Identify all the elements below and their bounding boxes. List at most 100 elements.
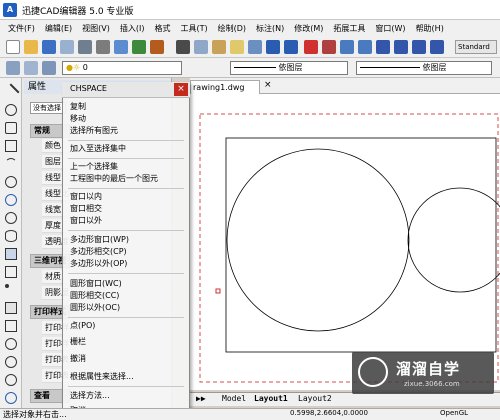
layer-dropdown[interactable]: ●☼ 0 <box>62 61 182 75</box>
revision-cloud-icon[interactable] <box>5 194 17 206</box>
menu-format[interactable]: 格式 <box>154 23 170 34</box>
insert-block-icon[interactable] <box>5 248 17 260</box>
circle-tool-icon[interactable] <box>5 176 17 188</box>
menu-help[interactable]: 帮助(H) <box>416 23 444 34</box>
circle-small[interactable] <box>407 187 500 293</box>
copy-icon[interactable] <box>194 40 208 54</box>
ctx-polygon-window[interactable]: 多边形窗口(WP) <box>70 234 182 246</box>
multiline-tool-icon[interactable] <box>5 356 17 368</box>
new-file-icon[interactable] <box>6 40 20 54</box>
ctx-move[interactable]: 移动 <box>70 113 182 125</box>
layer-state-icon[interactable] <box>42 61 56 75</box>
point-tool-icon[interactable] <box>5 284 9 288</box>
line-tool-icon[interactable] <box>2 83 20 101</box>
find-icon[interactable] <box>132 40 146 54</box>
open-folder-icon[interactable] <box>24 40 38 54</box>
layout-nav-icon[interactable]: ▶▶ <box>196 394 206 403</box>
ctx-selection-method[interactable]: 选择方法... <box>70 390 182 402</box>
ctx-circle-outside[interactable]: 圆形以外(OC) <box>70 302 182 314</box>
watermark-url: zixue.3066.com <box>404 380 460 388</box>
menu-dimension[interactable]: 标注(N) <box>256 23 284 34</box>
command-prompt: 选择对象并右击... <box>3 410 67 419</box>
selection-dropdown[interactable]: 没有选择 <box>30 102 66 114</box>
ctx-add-to-set[interactable]: 加入至选择集中 <box>70 143 182 155</box>
menu-window[interactable]: 窗口(W) <box>375 23 405 34</box>
rectangle-tool-icon[interactable] <box>5 140 17 152</box>
ctx-undo[interactable]: 撤消 <box>70 353 182 365</box>
save-icon[interactable] <box>42 40 56 54</box>
ctx-polygon-crossing[interactable]: 多边形相交(CP) <box>70 246 182 258</box>
ctx-fence[interactable]: 栅栏 <box>70 336 182 348</box>
drawing-canvas[interactable] <box>190 94 500 390</box>
ctx-copy[interactable]: 复制 <box>70 101 182 113</box>
ctx-polygon-outside[interactable]: 多边形以外(OP) <box>70 258 182 270</box>
cancel-x-icon[interactable] <box>304 40 318 54</box>
ctx-separator <box>68 158 184 159</box>
layer-previous-icon[interactable] <box>24 61 38 75</box>
menu-draw[interactable]: 绘制(D) <box>218 23 246 34</box>
print-icon[interactable] <box>96 40 110 54</box>
ctx-window-outside[interactable]: 窗口以外 <box>70 215 182 227</box>
tab-layout1[interactable]: Layout1 <box>254 394 288 403</box>
make-block-icon[interactable] <box>5 266 17 278</box>
ctx-point[interactable]: 点(PO) <box>70 320 182 332</box>
tab-layout2[interactable]: Layout2 <box>298 394 332 403</box>
spline-tool-icon[interactable] <box>5 212 17 224</box>
paste-icon[interactable] <box>212 40 226 54</box>
region-tool-icon[interactable] <box>5 320 17 332</box>
menu-view[interactable]: 视图(V) <box>82 23 110 34</box>
zoom-realtime-icon[interactable] <box>340 40 354 54</box>
text-style-dropdown[interactable]: Standard <box>455 40 497 54</box>
arc-tool-icon[interactable] <box>5 158 17 170</box>
grip-marker[interactable] <box>215 288 221 294</box>
close-icon[interactable]: × <box>174 83 188 96</box>
ctx-circle-crossing[interactable]: 圆形相交(CC) <box>70 290 182 302</box>
text-icon[interactable] <box>394 40 408 54</box>
render-mode-label[interactable]: OpenGL <box>440 409 468 417</box>
tab-model[interactable]: Model <box>222 394 246 403</box>
close-tab-icon[interactable]: × <box>264 80 272 90</box>
hatch-tool-icon[interactable] <box>5 302 17 314</box>
ctx-circle-window[interactable]: 圆形窗口(WC) <box>70 278 182 290</box>
ctx-window-crossing[interactable]: 窗口相交 <box>70 203 182 215</box>
match-properties-icon[interactable] <box>230 40 244 54</box>
undo-icon[interactable] <box>266 40 280 54</box>
menu-modify[interactable]: 修改(M) <box>294 23 323 34</box>
menu-file[interactable]: 文件(F) <box>8 23 35 34</box>
menu-tools[interactable]: 工具(T) <box>180 23 207 34</box>
multiline-text-icon[interactable] <box>412 40 426 54</box>
status-bar <box>0 408 500 420</box>
block-editor-icon[interactable] <box>248 40 262 54</box>
draw-order-icon[interactable] <box>5 392 17 404</box>
dimension-style-icon[interactable] <box>430 40 444 54</box>
window-title: 迅捷CAD编辑器 5.0 专业版 <box>22 7 134 17</box>
ctx-last-entity[interactable]: 工程图中的最后一个图元 <box>70 173 182 185</box>
polygon-tool-icon[interactable] <box>5 122 17 134</box>
circle-large[interactable] <box>226 148 410 332</box>
save-as-icon[interactable] <box>60 40 74 54</box>
ellipse-tool-icon[interactable] <box>5 230 17 242</box>
zoom-window-icon[interactable] <box>358 40 372 54</box>
ctx-select-all[interactable]: 选择所有图元 <box>70 125 182 137</box>
table-tool-icon[interactable] <box>5 338 17 350</box>
ctx-previous-set[interactable]: 上一个选择集 <box>70 161 182 173</box>
cut-icon[interactable] <box>176 40 190 54</box>
menu-ext-tools[interactable]: 拓展工具 <box>333 23 365 34</box>
text-tool-icon[interactable] <box>5 374 17 386</box>
polyline-tool-icon[interactable] <box>5 104 17 116</box>
print-preview-icon[interactable] <box>78 40 92 54</box>
ctx-window-inside[interactable]: 窗口以内 <box>70 191 182 203</box>
ctx-select-by-property[interactable]: 根据属性来选择... <box>70 371 182 383</box>
spell-check-icon[interactable] <box>150 40 164 54</box>
menu-edit[interactable]: 编辑(E) <box>45 23 72 34</box>
redo-icon[interactable] <box>284 40 298 54</box>
menu-insert[interactable]: 插入(I) <box>120 23 145 34</box>
lineweight-dropdown[interactable]: 依图层 <box>356 61 492 75</box>
document-tab[interactable]: rawing1.dwg <box>190 80 260 94</box>
layer-manager-icon[interactable] <box>6 61 20 75</box>
text-style-icon[interactable] <box>376 40 390 54</box>
pan-icon[interactable] <box>322 40 336 54</box>
publish-icon[interactable] <box>114 40 128 54</box>
ctx-separator <box>68 140 184 141</box>
linetype-dropdown[interactable]: 依图层 <box>230 61 348 75</box>
